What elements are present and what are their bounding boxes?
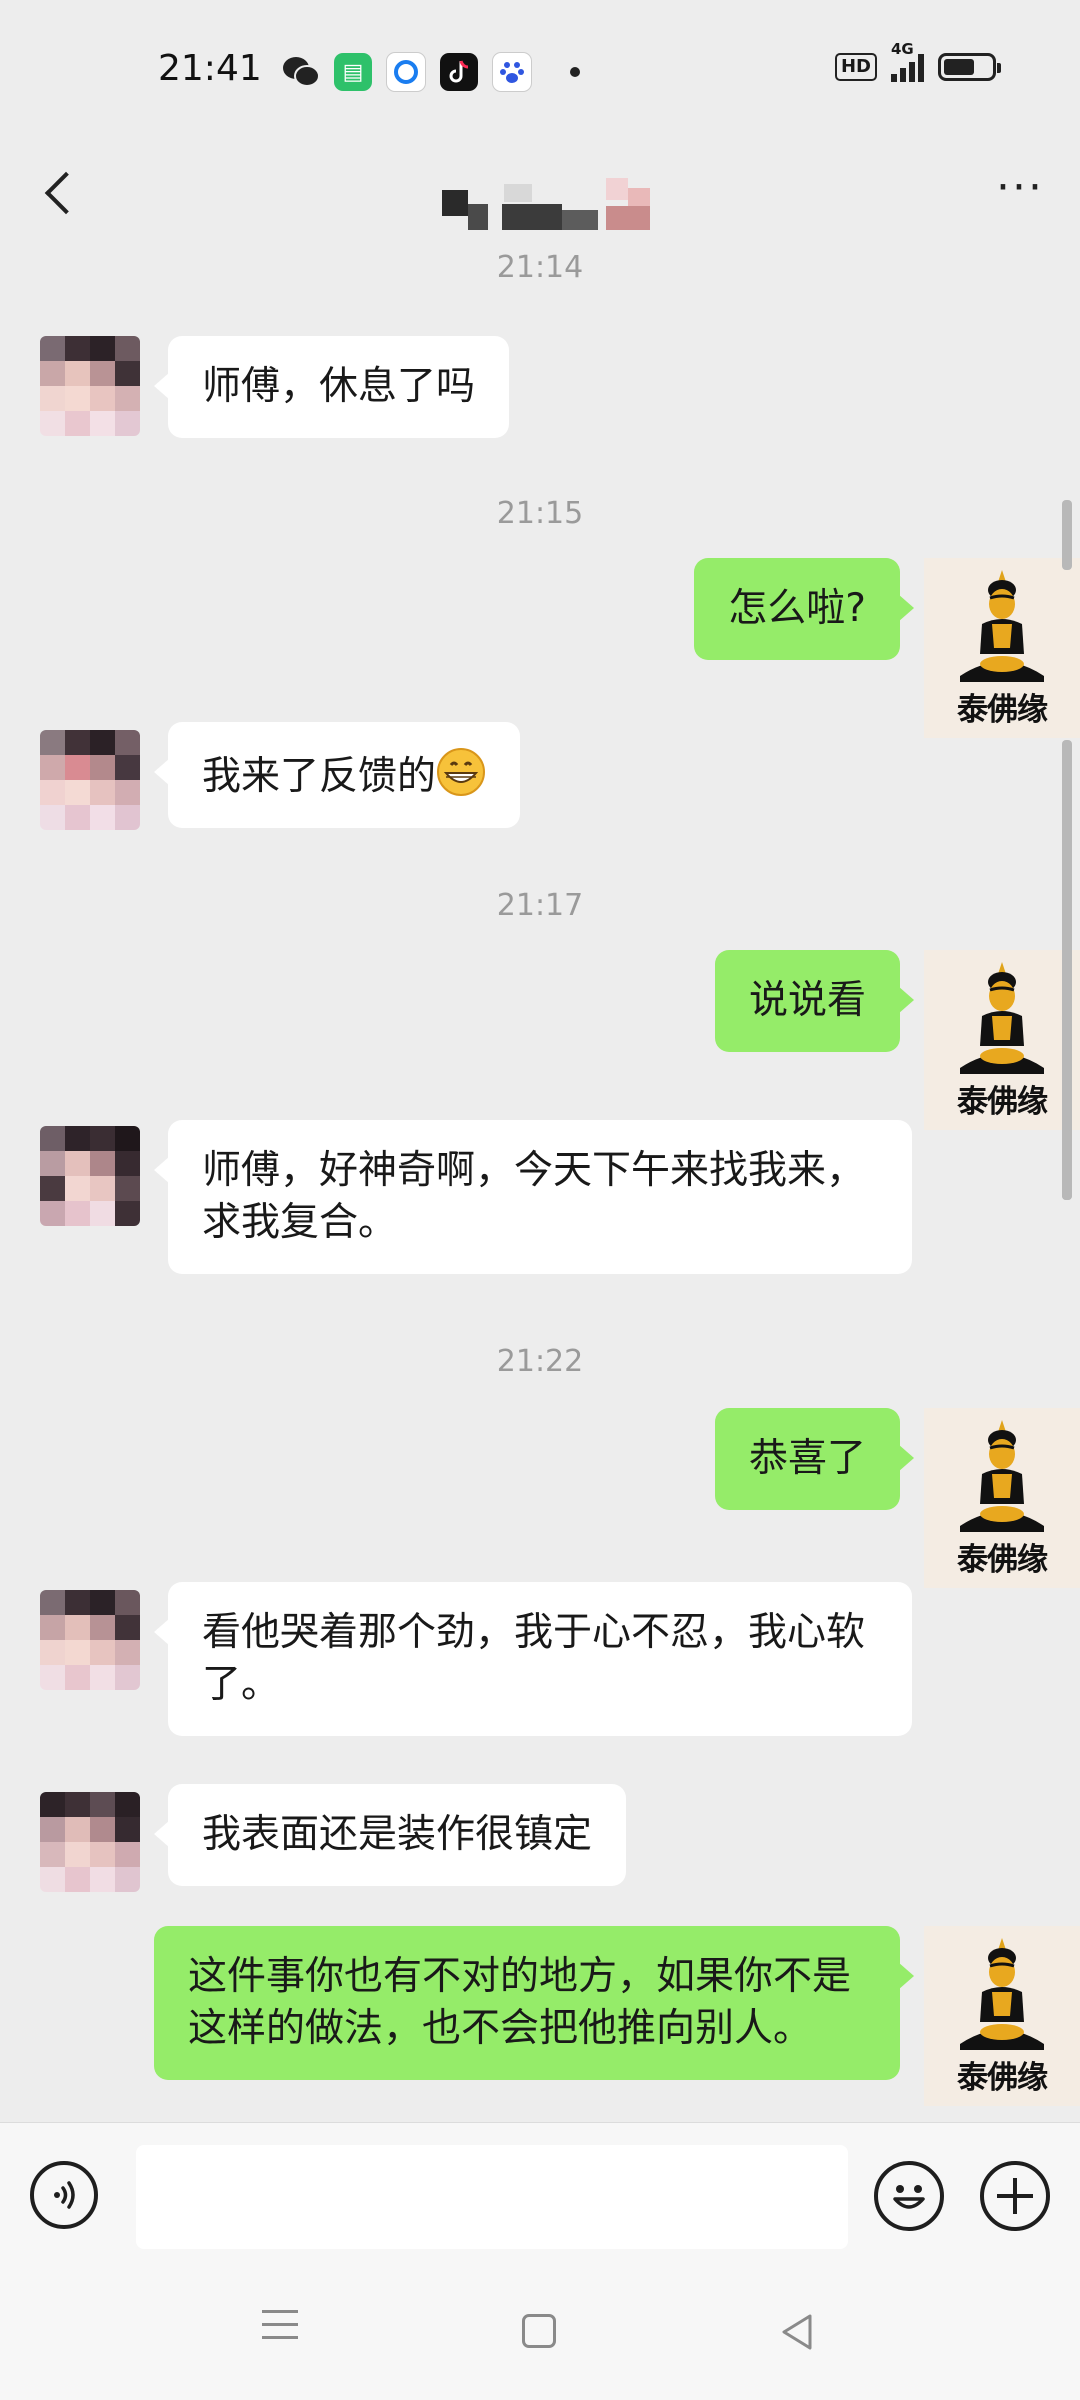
network-type: 4G [891, 40, 914, 58]
back-triangle-icon[interactable] [778, 2312, 818, 2352]
scrollbar-segment[interactable] [1062, 1130, 1072, 1200]
tiktok-icon [440, 53, 478, 91]
avatar-brand-text: 泰佛缘 [957, 2060, 1048, 2096]
buddha-icon [960, 570, 1044, 682]
scrollbar-thumb[interactable] [1062, 500, 1072, 570]
home-button[interactable] [522, 2314, 556, 2348]
notification-icons: ▤ [282, 50, 580, 94]
contact-avatar[interactable] [40, 1126, 140, 1226]
message-timestamp: 21:17 [496, 888, 584, 923]
buddha-icon [960, 1420, 1044, 1532]
message-bubble-incoming[interactable]: 我来了反馈的 [153, 722, 521, 828]
buddha-icon [960, 1938, 1044, 2050]
chat-header: ··· [0, 140, 1080, 250]
more-dots-icon: ··· [996, 162, 1044, 213]
input-bar [0, 2122, 1080, 2271]
browser-icon [386, 52, 426, 92]
message-bubble-outgoing[interactable]: 怎么啦? [694, 558, 914, 660]
grinning-face-icon [437, 748, 486, 796]
contact-avatar[interactable] [40, 1792, 140, 1892]
recent-apps-button[interactable] [262, 2310, 298, 2350]
status-time: 21:41 [158, 48, 262, 89]
chevron-left-icon [44, 171, 88, 215]
message-timestamp: 21:14 [496, 250, 584, 285]
message-input[interactable] [136, 2145, 848, 2249]
contact-avatar[interactable] [40, 336, 140, 436]
message-bubble-incoming[interactable]: 看他哭着那个劲，我于心不忍，我心软了。 [154, 1582, 912, 1736]
message-bubble-outgoing[interactable]: 恭喜了 [714, 1408, 915, 1510]
app-store-icon: ▤ [334, 53, 372, 91]
my-avatar[interactable]: 泰佛缘 [924, 1926, 1080, 2106]
message-bubble-outgoing[interactable]: 这件事你也有不对的地方，如果你不是这样的做法，也不会把他推向别人。 [154, 1926, 914, 2080]
voice-icon [54, 2181, 75, 2209]
message-text: 我来了反馈的 [202, 754, 437, 799]
avatar-brand-text: 泰佛缘 [957, 692, 1048, 728]
plus-button[interactable] [980, 2161, 1050, 2231]
status-bar: 21:41 ▤ HD 4G [0, 0, 1080, 140]
more-notifications-dot [570, 67, 580, 77]
message-timestamp: 21:22 [496, 1344, 584, 1379]
chat-title-pixelated [430, 160, 670, 230]
hd-badge: HD [834, 53, 877, 81]
contact-avatar[interactable] [40, 730, 140, 830]
emoji-button[interactable] [874, 2161, 944, 2231]
avatar-brand-text: 泰佛缘 [957, 1542, 1048, 1578]
message-timestamp: 21:15 [496, 496, 584, 531]
message-bubble-incoming[interactable]: 师傅，休息了吗 [153, 336, 510, 438]
back-button[interactable] [30, 158, 90, 228]
my-avatar[interactable]: 泰佛缘 [924, 1408, 1080, 1588]
message-bubble-incoming[interactable]: 我表面还是装作很镇定 [153, 1784, 627, 1886]
avatar-brand-text: 泰佛缘 [957, 1084, 1048, 1120]
battery-icon [938, 53, 1001, 81]
signal-icon: 4G [891, 40, 924, 82]
contact-avatar[interactable] [40, 1590, 140, 1690]
my-avatar[interactable]: 泰佛缘 [924, 950, 1080, 1130]
more-button[interactable]: ··· [996, 166, 1044, 210]
system-status: HD 4G [834, 40, 1001, 82]
message-bubble-incoming[interactable]: 师傅，好神奇啊，今天下午来找我来，求我复合。 [154, 1120, 912, 1274]
message-bubble-outgoing[interactable]: 说说看 [714, 950, 915, 1052]
emoji-icon [893, 2185, 925, 2209]
wechat-icon [282, 53, 320, 91]
system-navigation-bar [0, 2270, 1080, 2400]
buddha-icon [960, 962, 1044, 1074]
baidu-icon [492, 52, 532, 92]
my-avatar[interactable]: 泰佛缘 [924, 558, 1080, 738]
voice-button[interactable] [30, 2161, 98, 2229]
message-list[interactable]: 21:14 师傅，休息了吗 21:15 怎么啦? 泰佛缘 我来了反馈的 21:1… [0, 250, 1080, 2122]
